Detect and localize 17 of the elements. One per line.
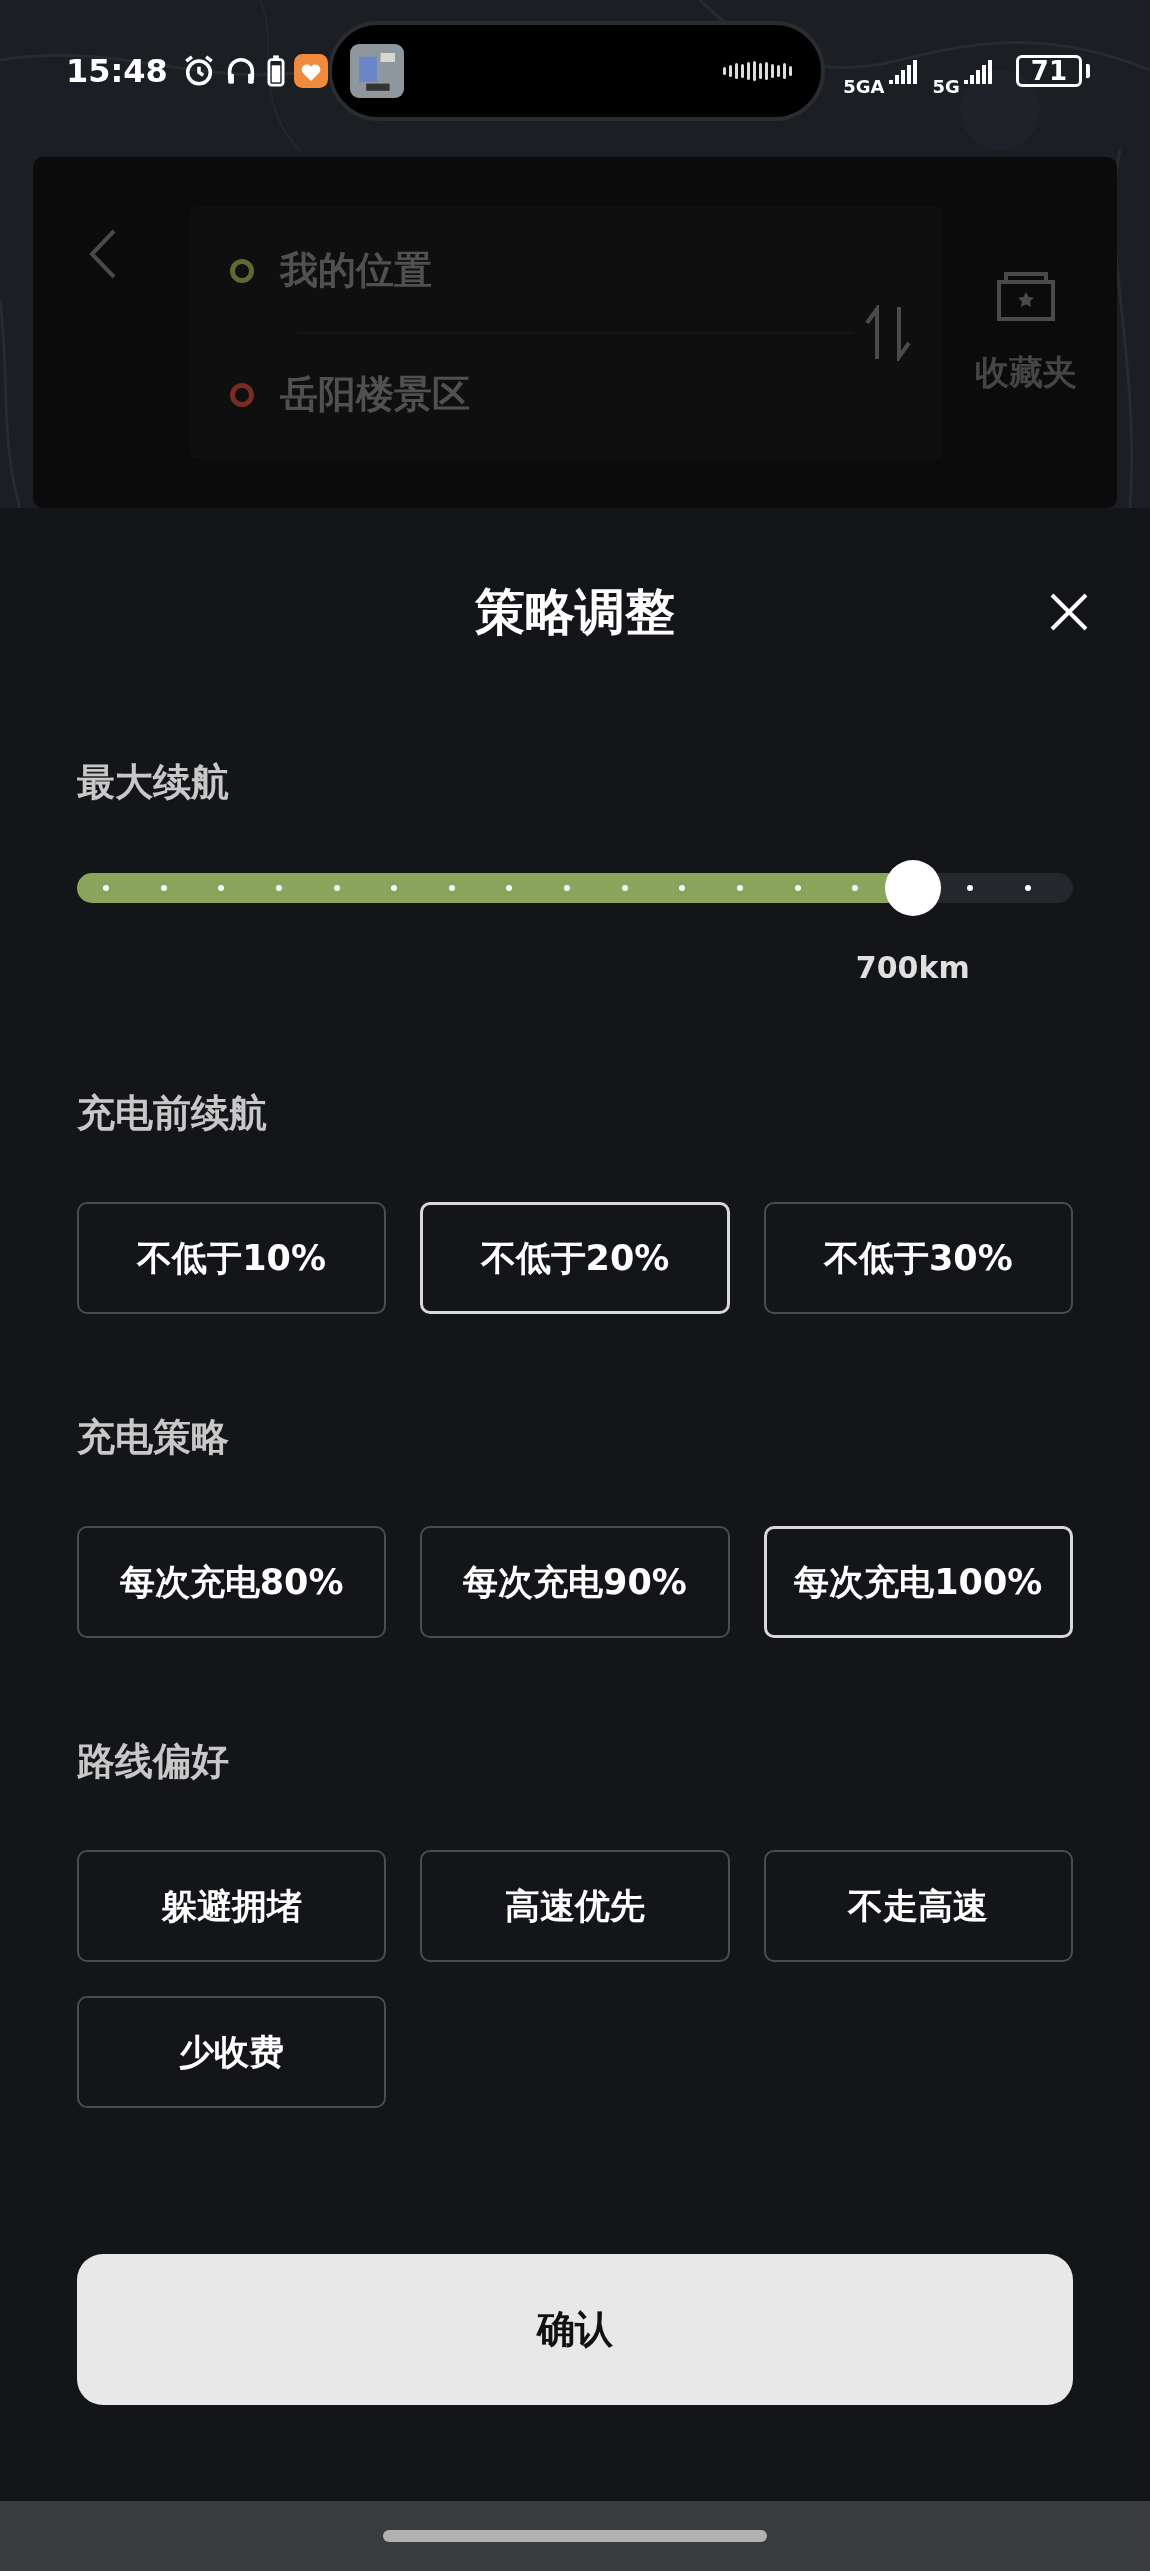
section-label: 最大续航 (77, 759, 230, 805)
option-button[interactable]: 不走高速 (763, 1850, 1073, 1962)
option-button[interactable]: 每次充电80% (77, 1526, 387, 1638)
option-button[interactable]: 不低于30% (763, 1202, 1073, 1314)
range-reading: 700km (855, 950, 970, 985)
option-button[interactable]: 不低于20% (420, 1202, 730, 1314)
option-button[interactable]: 每次充电90% (420, 1526, 730, 1638)
option-button[interactable]: 不低于10% (77, 1202, 387, 1314)
section-label: 路线偏好 (77, 1738, 230, 1784)
option-button[interactable]: 每次充电100% (763, 1526, 1073, 1638)
option-button[interactable]: 高速优先 (420, 1850, 730, 1962)
section-label: 充电策略 (77, 1414, 230, 1460)
confirm-button[interactable]: 确认 (77, 2254, 1073, 2405)
sheet-title: 策略调整 (475, 581, 675, 643)
section-label: 充电前续航 (77, 1090, 268, 1136)
option-button[interactable]: 躲避拥堵 (77, 1850, 387, 1962)
option-button[interactable]: 少收费 (77, 1996, 387, 2108)
